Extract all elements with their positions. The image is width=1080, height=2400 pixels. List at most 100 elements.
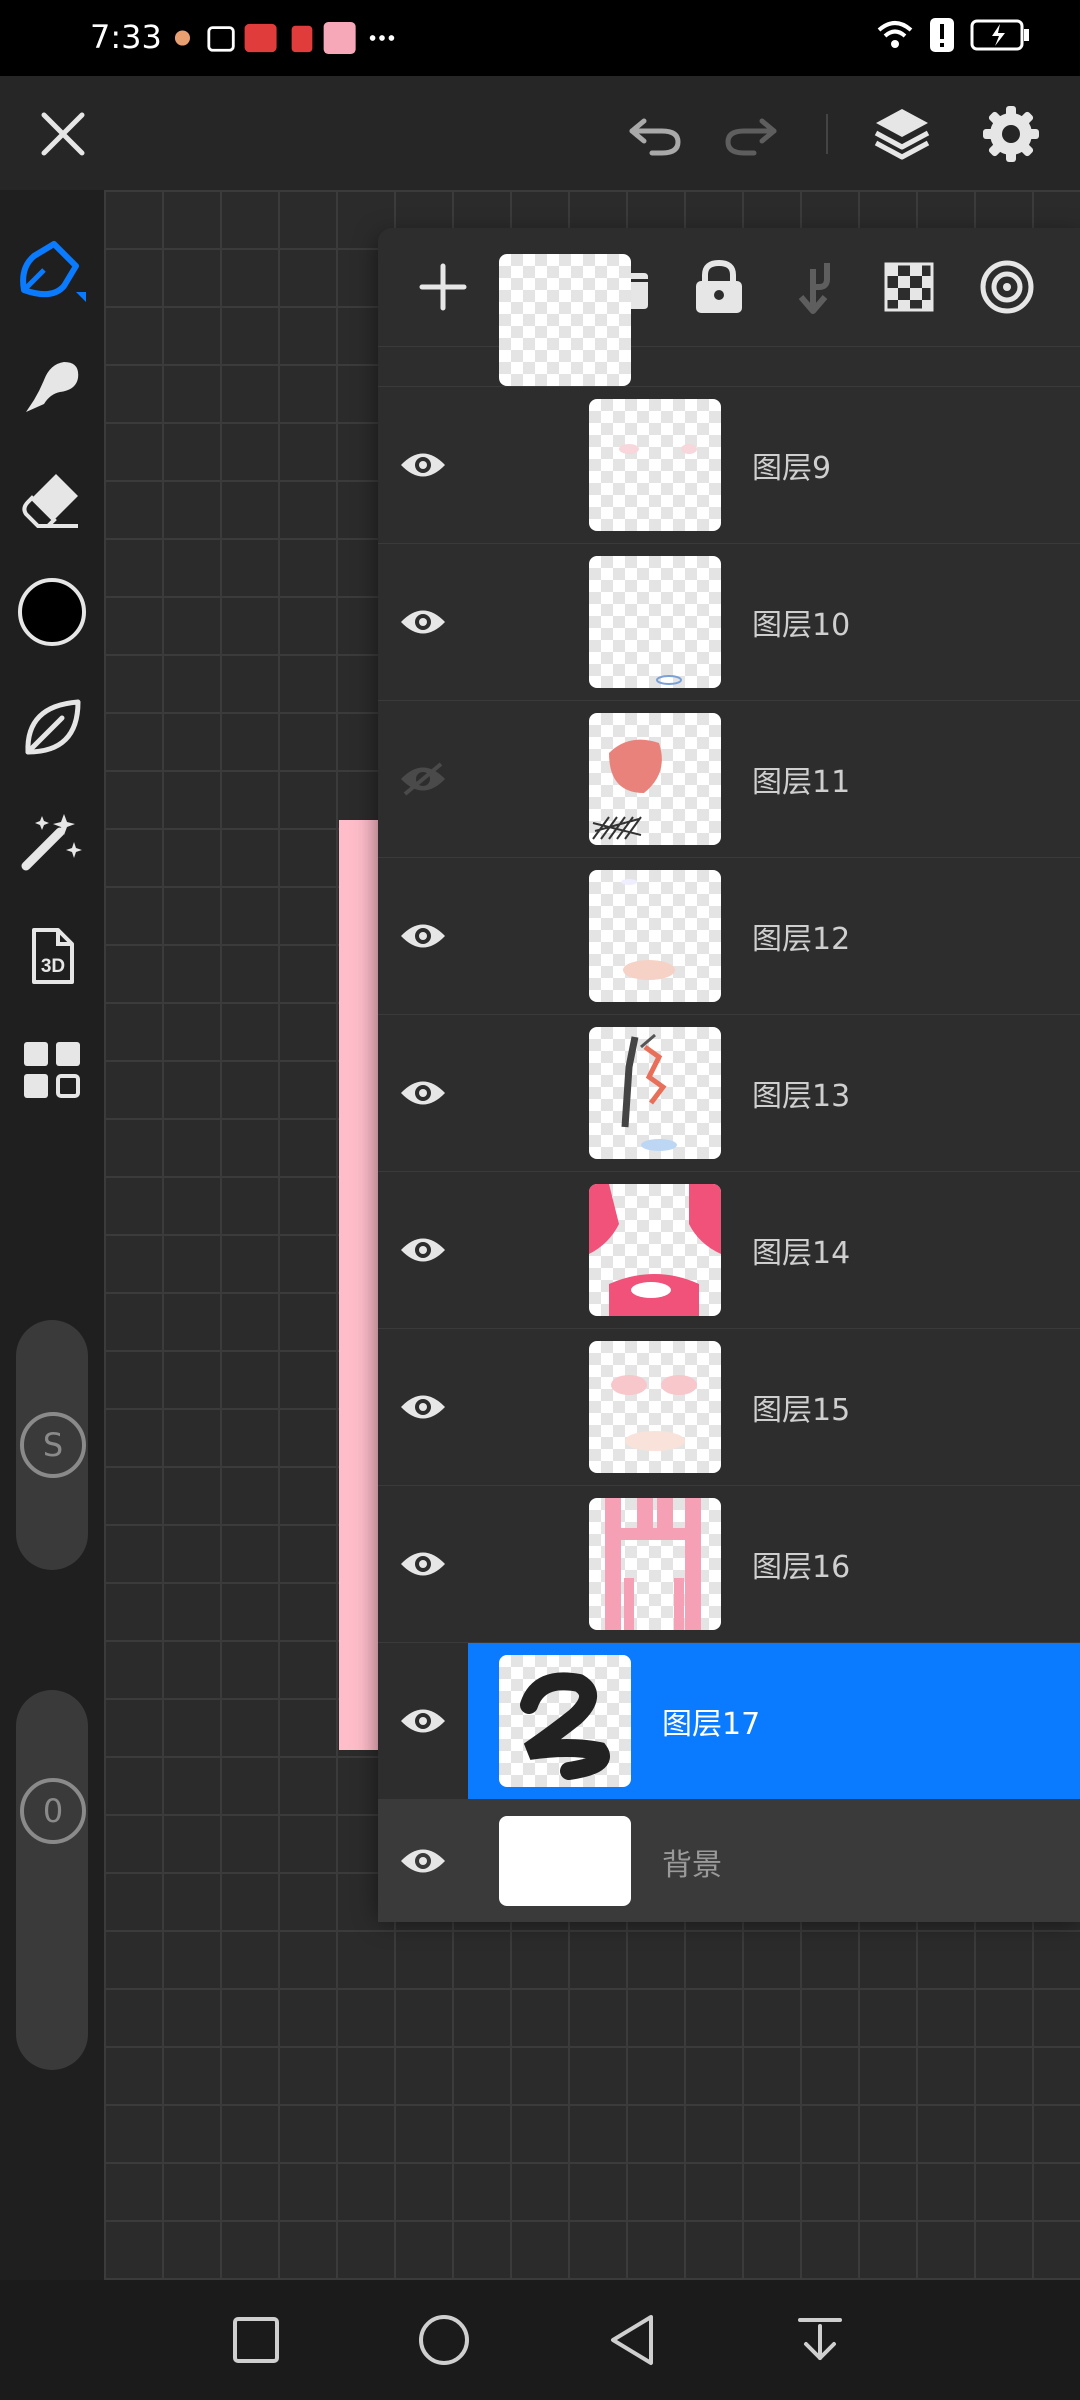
brush-size-slider[interactable]: S bbox=[16, 1320, 88, 1570]
layer-name: 图层9 bbox=[752, 451, 832, 486]
status-bar: 7:33 bbox=[0, 0, 1080, 76]
layer-name: 图层16 bbox=[752, 1550, 851, 1585]
alert-icon bbox=[930, 18, 954, 52]
brush-size-label: S bbox=[42, 1426, 64, 1464]
collapse-down-icon bbox=[798, 2318, 842, 2360]
redo-icon bbox=[725, 118, 777, 156]
close-icon bbox=[41, 112, 85, 156]
magic-wand-tool[interactable] bbox=[14, 804, 90, 880]
visibility-toggle[interactable] bbox=[378, 1015, 468, 1171]
visibility-toggle[interactable] bbox=[378, 1486, 468, 1642]
layer-row[interactable]: 图层13 bbox=[378, 1015, 1080, 1172]
gear-icon bbox=[983, 106, 1039, 162]
visibility-toggle[interactable] bbox=[378, 701, 468, 857]
layer-thumbnail-art bbox=[520, 1672, 610, 1780]
layer-thumbnail bbox=[589, 399, 721, 531]
visibility-toggle[interactable] bbox=[378, 1643, 468, 1799]
status-time: 7:33 bbox=[90, 18, 162, 56]
layers-panel: 图层9 图层10 图层11 图层12 图层13 图层14 图层15 图层16 图… bbox=[378, 228, 1080, 1922]
layer-row[interactable]: 图层11 bbox=[378, 701, 1080, 858]
eye-icon bbox=[401, 1849, 445, 1873]
transparency-lock-button[interactable] bbox=[872, 250, 946, 324]
wifi-icon bbox=[877, 21, 913, 48]
layer-name: 图层12 bbox=[752, 922, 851, 957]
layer-thumbnail-art bbox=[621, 879, 675, 980]
tool-sidebar: 3D S 0 bbox=[0, 190, 104, 2280]
eye-icon bbox=[401, 1081, 445, 1105]
eye-icon bbox=[401, 924, 445, 948]
layer-row[interactable]: 图层15 bbox=[378, 1329, 1080, 1486]
layer-thumbnail bbox=[589, 713, 721, 845]
visibility-toggle[interactable] bbox=[378, 1800, 468, 1922]
gallery-grid-icon bbox=[24, 1042, 80, 1098]
leaf-icon bbox=[25, 699, 81, 755]
layer-row-body: 图层17 bbox=[468, 1643, 1080, 1799]
layer-row[interactable]: 图层12 bbox=[378, 858, 1080, 1015]
svg-text:3D: 3D bbox=[41, 956, 65, 977]
layer-thumbnail bbox=[589, 1027, 721, 1159]
visibility-toggle[interactable] bbox=[378, 1172, 468, 1328]
undo-button[interactable] bbox=[620, 101, 690, 167]
layer-thumbnail-art bbox=[592, 739, 662, 840]
settings-button[interactable] bbox=[975, 98, 1047, 170]
eraser-tool-icon bbox=[22, 474, 78, 528]
layer-thumbnail-art bbox=[619, 444, 697, 454]
plus-icon bbox=[419, 263, 467, 311]
layer-name: 图层13 bbox=[752, 1079, 851, 1114]
visibility-toggle[interactable] bbox=[378, 387, 468, 543]
layer-row-body: 图层9 bbox=[468, 387, 1080, 543]
visibility-toggle[interactable] bbox=[378, 544, 468, 700]
layer-name: 图层10 bbox=[752, 608, 851, 643]
brush-size-badge: S bbox=[20, 1412, 86, 1478]
smudge-tool[interactable] bbox=[14, 348, 90, 424]
layer-thumbnail bbox=[589, 870, 721, 1002]
background-layer-row[interactable]: 背景 bbox=[378, 1800, 1080, 1922]
layer-row-body: 图层14 bbox=[468, 1172, 1080, 1328]
layer-row-selected[interactable]: 图层17 bbox=[378, 1643, 1080, 1800]
eye-icon bbox=[401, 1709, 445, 1733]
opacity-slider[interactable]: 0 bbox=[16, 1690, 88, 2070]
layer-thumbnail bbox=[589, 1341, 721, 1473]
layer-thumbnail bbox=[589, 556, 721, 688]
notification-icons bbox=[174, 22, 395, 54]
layers-button[interactable] bbox=[866, 98, 938, 170]
recents-button[interactable] bbox=[218, 2304, 294, 2376]
eraser-tool[interactable] bbox=[14, 462, 90, 538]
visibility-toggle[interactable] bbox=[378, 858, 468, 1014]
layer-row-partial[interactable] bbox=[378, 254, 1080, 387]
eye-icon bbox=[401, 1395, 445, 1419]
gallery-button[interactable] bbox=[14, 1032, 90, 1108]
layer-thumbnail-art bbox=[656, 675, 682, 685]
layer-row-body: 图层11 bbox=[468, 701, 1080, 857]
layer-thumbnail-art bbox=[605, 1498, 701, 1630]
add-layer-button[interactable] bbox=[406, 250, 480, 324]
color-picker-button[interactable] bbox=[14, 574, 90, 650]
layer-row-body: 图层13 bbox=[468, 1015, 1080, 1171]
close-button[interactable] bbox=[30, 101, 96, 167]
layer-list: 图层9 图层10 图层11 图层12 图层13 图层14 图层15 图层16 图… bbox=[378, 254, 1080, 1922]
layer-row[interactable]: 图层10 bbox=[378, 544, 1080, 701]
top-toolbar bbox=[0, 76, 1080, 190]
3d-tool[interactable]: 3D bbox=[14, 918, 90, 994]
layer-thumbnail bbox=[589, 1498, 721, 1630]
color-swatch bbox=[18, 578, 86, 646]
layer-effects-button[interactable] bbox=[970, 250, 1044, 324]
magic-wand-icon bbox=[21, 814, 82, 871]
leaf-tool[interactable] bbox=[14, 690, 90, 766]
lock-layer-button[interactable] bbox=[682, 250, 756, 324]
layer-row[interactable]: 图层9 bbox=[378, 387, 1080, 544]
layer-thumbnail-art bbox=[621, 1033, 677, 1151]
merge-down-button[interactable] bbox=[776, 250, 850, 324]
back-button[interactable] bbox=[594, 2304, 670, 2376]
hide-navbar-button[interactable] bbox=[782, 2304, 858, 2376]
opacity-badge: 0 bbox=[20, 1778, 86, 1844]
brush-tool[interactable] bbox=[14, 232, 90, 308]
layer-row[interactable]: 图层14 bbox=[378, 1172, 1080, 1329]
battery-icon bbox=[970, 19, 1029, 51]
circle-icon bbox=[419, 2315, 469, 2365]
layer-row[interactable]: 图层16 bbox=[378, 1486, 1080, 1643]
redo-button[interactable] bbox=[716, 101, 786, 167]
visibility-toggle[interactable] bbox=[378, 1329, 468, 1485]
home-button[interactable] bbox=[406, 2304, 482, 2376]
smudge-tool-icon bbox=[26, 362, 79, 412]
